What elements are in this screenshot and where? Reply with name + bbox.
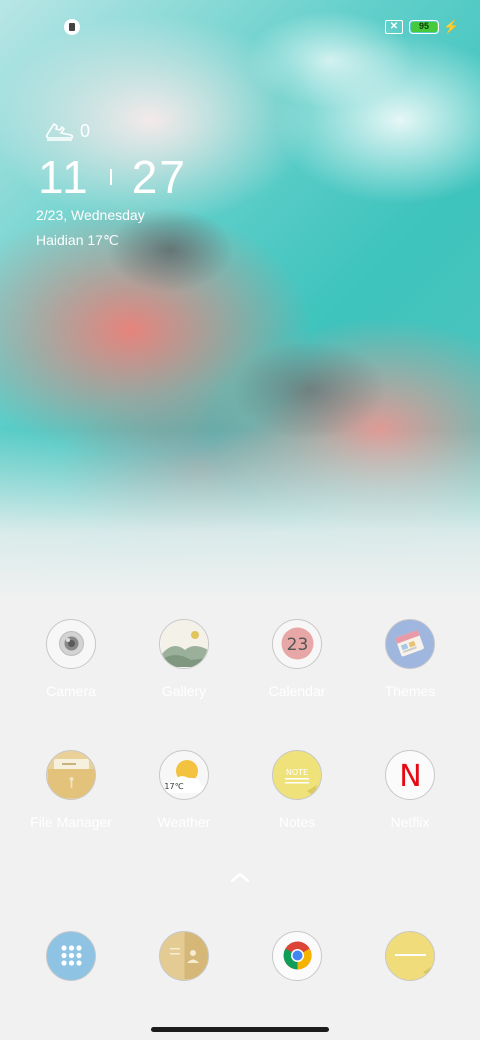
wallpaper-fade xyxy=(0,430,480,600)
weather-label[interactable]: Haidian 17℃ xyxy=(36,232,119,249)
steps-count: 0 xyxy=(80,120,91,141)
netflix-icon: N xyxy=(385,750,435,800)
app-drawer-icon xyxy=(46,931,96,981)
battery-level: 95 xyxy=(411,22,437,32)
app-label-themes: Themes xyxy=(384,683,436,699)
calendar-badge: 23 xyxy=(286,635,308,655)
app-netflix[interactable]: N Netflix xyxy=(355,750,465,830)
folder-icon xyxy=(46,750,96,800)
weather-badge: 17℃ xyxy=(164,782,183,791)
netflix-badge: N xyxy=(399,759,421,794)
date-label[interactable]: 2/23, Wednesday xyxy=(36,207,145,223)
step-counter[interactable]: 0 xyxy=(44,118,90,144)
clock-hour: 11 xyxy=(38,151,90,203)
notes-badge: NOTE xyxy=(285,768,307,777)
messages-icon xyxy=(385,931,435,981)
calendar-icon: 23 xyxy=(272,619,322,669)
app-label-weather: Weather xyxy=(157,814,211,830)
app-weather[interactable]: 17℃ Weather xyxy=(129,750,239,830)
status-bar: ✕ 95 ⚡ xyxy=(0,0,480,56)
app-camera[interactable]: Camera xyxy=(16,619,126,699)
themes-icon xyxy=(385,619,435,669)
dock-messages[interactable] xyxy=(355,931,465,981)
contacts-icon xyxy=(159,931,209,981)
sneaker-icon xyxy=(45,123,74,141)
chrome-icon xyxy=(272,931,322,981)
app-label-file-manager: File Manager xyxy=(30,814,112,830)
notification-app-icon xyxy=(64,19,80,35)
app-label-netflix: Netflix xyxy=(390,814,430,830)
home-indicator[interactable] xyxy=(151,1027,329,1032)
dock-contacts[interactable] xyxy=(129,931,239,981)
app-label-gallery: Gallery xyxy=(161,683,207,699)
no-sim-icon: ✕ xyxy=(385,20,403,34)
chevron-up-icon[interactable] xyxy=(228,868,252,886)
app-label-camera: Camera xyxy=(46,683,96,699)
app-gallery[interactable]: Gallery xyxy=(129,619,239,699)
gallery-icon xyxy=(159,619,209,669)
app-calendar[interactable]: 23 Calendar xyxy=(242,619,352,699)
camera-icon xyxy=(46,619,96,669)
app-themes[interactable]: Themes xyxy=(355,619,465,699)
app-label-notes: Notes xyxy=(278,814,316,830)
app-notes[interactable]: NOTE Notes xyxy=(242,750,352,830)
weather-icon: 17℃ xyxy=(159,750,209,800)
clock-minute: 27 xyxy=(131,151,187,203)
clock-separator xyxy=(109,169,112,185)
dock-chrome[interactable] xyxy=(242,931,352,981)
dock-app-drawer[interactable] xyxy=(16,931,126,981)
clock[interactable]: 11 27 xyxy=(38,150,187,204)
lightning-bolt-icon: ⚡ xyxy=(443,19,460,34)
notes-icon: NOTE xyxy=(272,750,322,800)
battery-icon: 95 xyxy=(409,20,439,34)
app-label-calendar: Calendar xyxy=(268,683,326,699)
app-file-manager[interactable]: File Manager xyxy=(16,750,126,830)
